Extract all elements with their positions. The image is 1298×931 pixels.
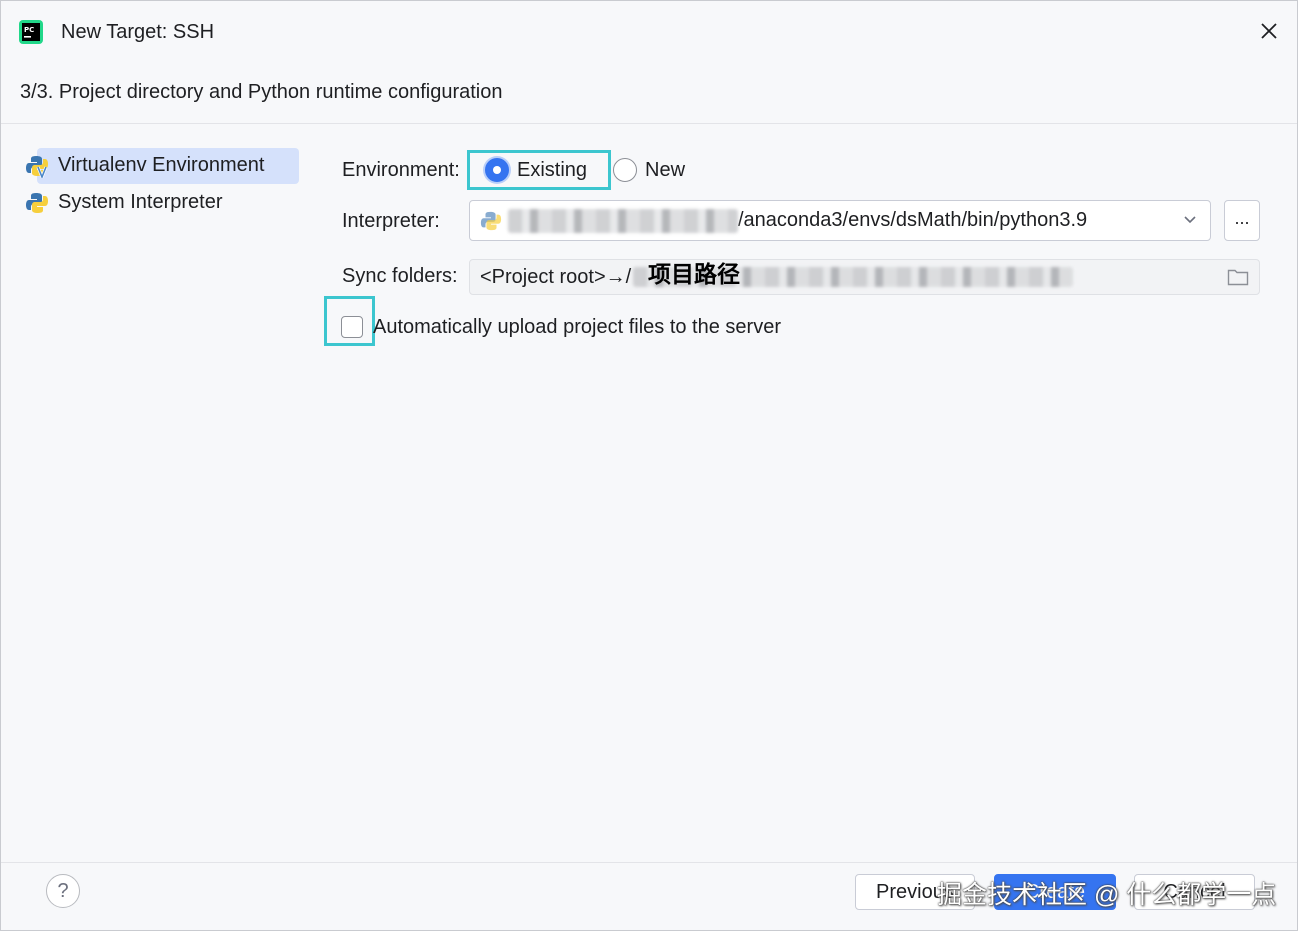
radio-new-indicator[interactable] [613, 158, 637, 182]
folder-icon[interactable] [1227, 267, 1249, 287]
interpreter-path: /anaconda3/envs/dsMath/bin/python3.9 [738, 209, 1088, 231]
sidebar-item-label: System Interpreter [58, 191, 223, 213]
close-icon [1261, 23, 1277, 39]
svg-text:PC: PC [24, 26, 34, 34]
sync-path-annotation: 项目路径 [648, 261, 740, 287]
sync-folders-field[interactable]: <Project root>→/ [469, 259, 1260, 295]
interpreter-type-list: Virtualenv Environment System Interprete… [15, 147, 305, 221]
sync-folders-label: Sync folders: [342, 265, 458, 287]
step-title: 3/3. Project directory and Python runtim… [20, 81, 503, 103]
redacted-path-blur [508, 208, 738, 233]
interpreter-select[interactable]: /anaconda3/envs/dsMath/bin/python3.9 [469, 200, 1211, 241]
python-icon [26, 192, 48, 213]
close-button[interactable] [1255, 17, 1283, 45]
footer-divider [1, 862, 1297, 863]
header-divider [1, 123, 1297, 124]
python-icon [480, 211, 502, 230]
auto-upload-label[interactable]: Automatically upload project files to th… [373, 316, 781, 339]
chevron-down-icon [1184, 216, 1196, 224]
title-bar: PC New Target: SSH [1, 1, 1297, 63]
dialog-title: New Target: SSH [61, 21, 215, 43]
sidebar-item-label: Virtualenv Environment [58, 154, 265, 176]
radio-new-label: New [645, 158, 686, 181]
dialog-window: PC New Target: SSH 3/3. Project director… [0, 0, 1298, 931]
radio-existing[interactable]: Existing [485, 158, 587, 182]
auto-upload-checkbox[interactable] [341, 316, 363, 338]
sync-folders-prefix: <Project root>→/ [480, 265, 632, 288]
watermark: 掘金技术社区 @ 什么都学一点 [937, 881, 1277, 909]
radio-new[interactable]: New [613, 158, 685, 182]
browse-interpreter-button[interactable]: ... [1224, 200, 1260, 241]
sidebar-item-virtualenv[interactable]: Virtualenv Environment [15, 147, 305, 184]
sidebar-item-system-interpreter[interactable]: System Interpreter [15, 184, 305, 221]
radio-existing-indicator[interactable] [485, 158, 509, 182]
python-virtualenv-icon [26, 155, 48, 178]
pycharm-app-icon: PC [19, 20, 43, 44]
radio-existing-label: Existing [517, 158, 588, 181]
help-button[interactable]: ? [46, 874, 80, 908]
interpreter-label: Interpreter: [342, 210, 440, 232]
environment-label: Environment: [342, 159, 460, 181]
